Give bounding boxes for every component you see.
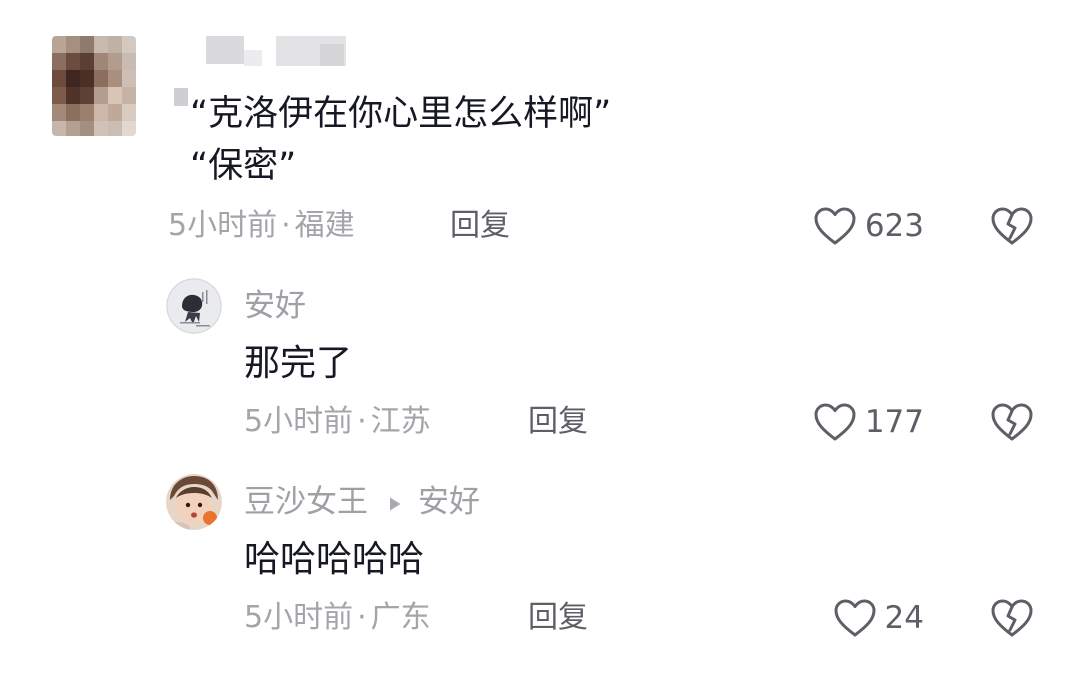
avatar-mosaic-tile [122,36,136,53]
avatar-mosaic-tile [94,104,108,121]
avatar-mosaic-tile [66,121,80,136]
heart-icon[interactable] [833,598,877,638]
reply-avatar-2[interactable] [166,474,222,530]
reply-avatar-1[interactable] [166,278,222,334]
comment-meta: 5小时前 · 福建 [168,208,355,243]
avatar-mosaic-tile [108,121,122,136]
avatar-mosaic-tile [80,53,94,70]
reply-meta-2: 5小时前 · 广东 [244,600,431,635]
heart-icon[interactable] [813,206,857,246]
avatar-mosaic-tile [52,121,66,136]
right-triangle-icon [388,482,402,522]
reply-like-button-1[interactable]: 177 [800,402,924,442]
avatar-mosaic-tile [122,70,136,87]
avatar-mosaic-tile [122,121,136,136]
reply-time-1: 5小时前 [244,404,354,439]
reply-time-2: 5小时前 [244,600,354,635]
broken-heart-icon[interactable] [990,206,1034,246]
avatar-mosaic-tile [52,104,66,121]
heart-icon[interactable] [813,402,857,442]
reply-like-count-2: 24 [884,600,924,636]
avatar-mosaic-tile [122,87,136,104]
comment-text: “克洛伊在你心里怎么样啊” “保密” [190,94,612,186]
avatar-image [166,474,222,530]
avatar-mosaic-tile [80,70,94,87]
avatar-image [166,278,222,334]
avatar-mosaic-tile [108,70,122,87]
comment-location: 福建 [294,208,355,243]
reply-author-line-2: 豆沙女王 安好 [244,482,480,522]
avatar-mosaic-tile [80,36,94,53]
avatar-mosaic-tile [66,53,80,70]
reply-dislike-button-1[interactable] [990,402,1034,442]
reply-author-1[interactable]: 安好 [244,286,306,326]
avatar-mosaic-tile [66,36,80,53]
avatar-mosaic-tile [66,70,80,87]
avatar-mosaic-tile [66,87,80,104]
avatar-mosaic-tile [108,53,122,70]
avatar-mosaic-tile [52,87,66,104]
comment-dislike-button[interactable] [990,206,1034,246]
comment-reply-button[interactable]: 回复 [450,208,510,244]
avatar-mosaic-tile [52,36,66,53]
avatar-mosaic-tile [108,36,122,53]
reply-like-button-2[interactable]: 24 [800,598,924,638]
reply-text-1: 那完了 [244,343,353,384]
avatar-mosaic-tile [122,53,136,70]
avatar-mosaic-tile [80,121,94,136]
avatar-mosaic-tile [52,70,66,87]
avatar-mosaic-tile [94,70,108,87]
reply-dislike-button-2[interactable] [990,598,1034,638]
avatar-mosaic-tile [108,87,122,104]
avatar-mosaic-tile [80,87,94,104]
avatar-mosaic-tile [80,104,94,121]
broken-heart-icon[interactable] [990,402,1034,442]
avatar-mosaic-tile [94,53,108,70]
comment-like-count: 623 [864,208,924,244]
reply-text-2: 哈哈哈哈哈 [244,539,425,580]
avatar-mosaic-tile [94,121,108,136]
broken-heart-icon[interactable] [990,598,1034,638]
comment-like-button[interactable]: 623 [800,206,924,246]
avatar-mosaic-tile [94,87,108,104]
comment-time: 5小时前 [168,208,278,243]
reply-to-name-2[interactable]: 安好 [418,482,480,522]
avatar-mosaic-tile [108,104,122,121]
reply-like-count-1: 177 [864,404,924,440]
avatar-mosaic-tile [122,104,136,121]
commenter-avatar[interactable] [52,36,136,136]
commenter-name-redacted[interactable] [200,36,348,70]
reply-reply-button-1[interactable]: 回复 [528,404,588,440]
avatar-mosaic-tile [52,53,66,70]
avatar-mosaic-tile [94,36,108,53]
reply-location-2: 广东 [370,600,431,635]
avatar-mosaic-tile [66,104,80,121]
reply-reply-button-2[interactable]: 回复 [528,600,588,636]
reply-location-1: 江苏 [370,404,431,439]
reply-meta-1: 5小时前 · 江苏 [244,404,431,439]
reply-author-2[interactable]: 豆沙女王 [244,482,368,522]
redacted-mark [174,88,188,106]
